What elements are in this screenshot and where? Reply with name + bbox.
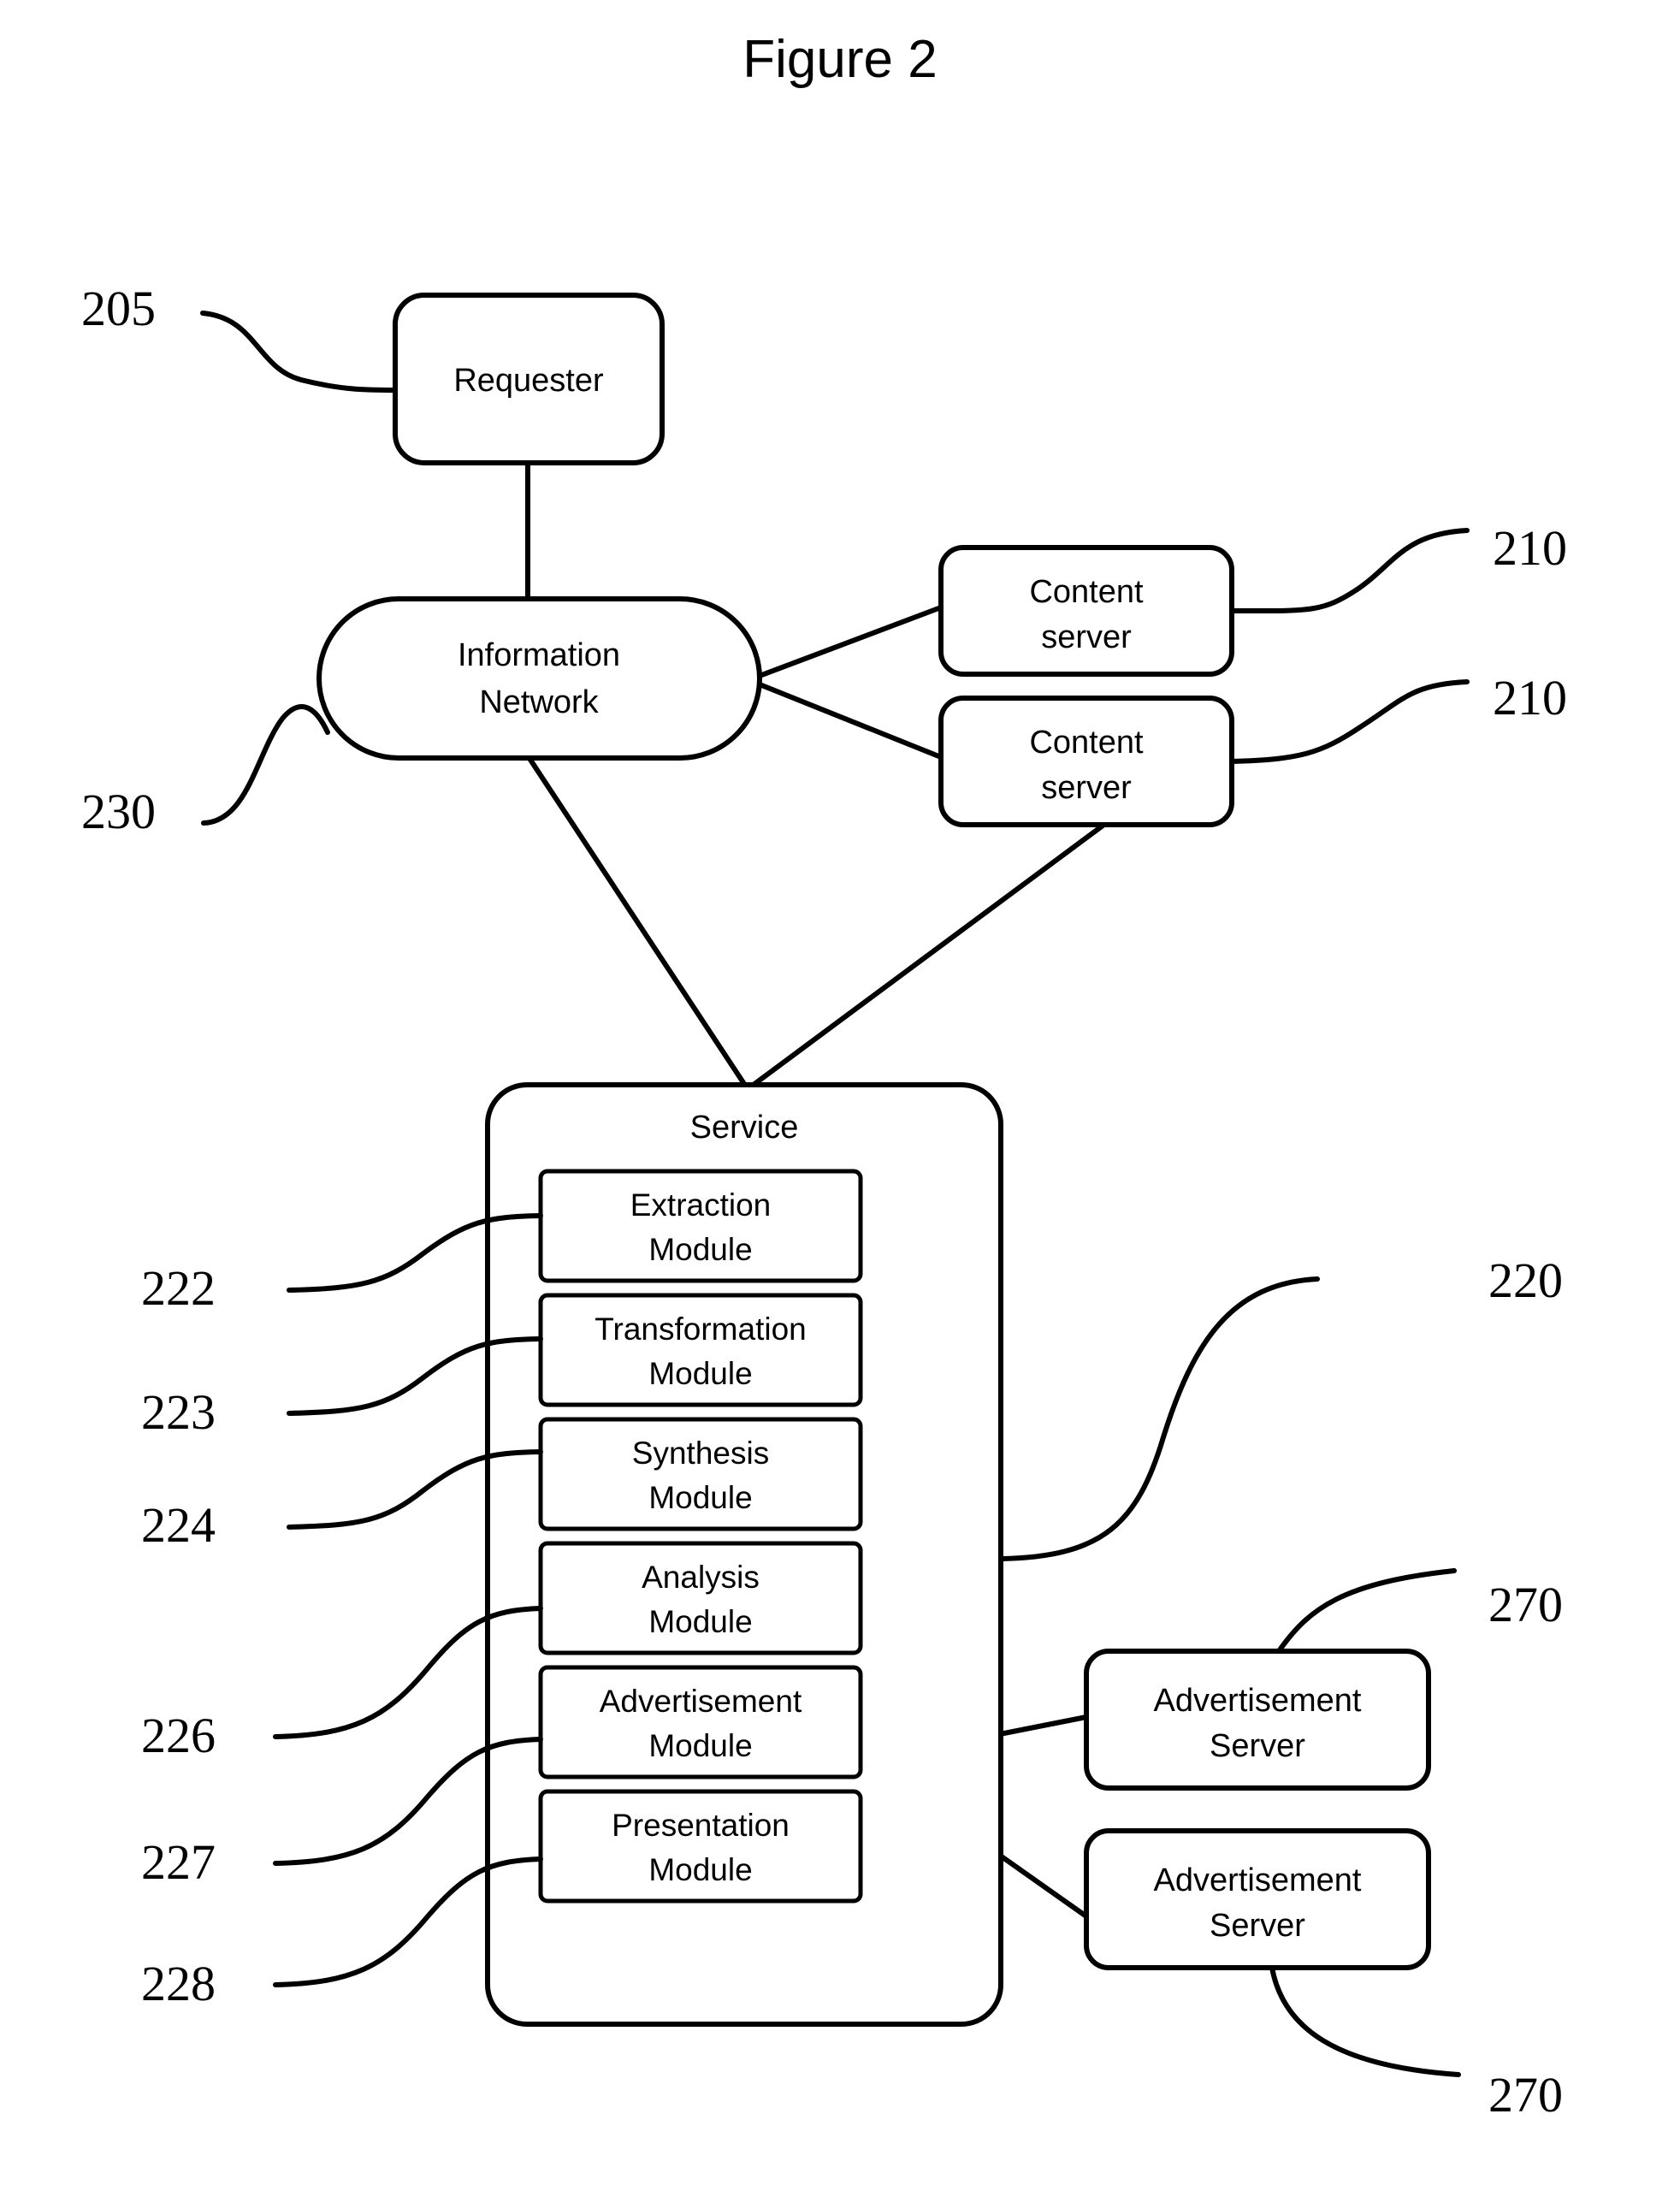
reference-230: 230	[81, 704, 330, 839]
advertisement-server-1-label-line1: Advertisement	[1154, 1683, 1362, 1719]
service-label: Service	[690, 1110, 799, 1146]
advertisement-server-1-label-line2: Server	[1210, 1728, 1305, 1764]
figure-canvas: Figure 2 Requester Information Network C…	[0, 0, 1680, 2185]
reference-270-top: 270	[1276, 1568, 1563, 1654]
leader-line-270-top	[1276, 1568, 1457, 1654]
module-presentation[interactable]: Presentation Module	[538, 1789, 863, 1904]
node-content-server-1[interactable]: Content server	[938, 545, 1234, 677]
leader-line-220	[998, 1276, 1320, 1561]
leader-line-270-bottom	[1269, 1965, 1461, 2077]
analysis-module-label-line2: Module	[648, 1604, 752, 1639]
content-server-1-label-line2: server	[1041, 619, 1132, 655]
module-extraction[interactable]: Extraction Module	[538, 1169, 863, 1283]
advertisement-server-1-box[interactable]	[1084, 1649, 1431, 1791]
reference-222: 222	[141, 1213, 543, 1316]
module-advertisement[interactable]: Advertisement Module	[538, 1665, 863, 1779]
content-server-2-label-line2: server	[1041, 770, 1132, 806]
information-network-label-line1: Information	[458, 637, 620, 673]
extraction-module-label-line1: Extraction	[630, 1187, 772, 1223]
reference-numeral-210-bottom: 210	[1493, 670, 1567, 725]
analysis-module-label-line1: Analysis	[642, 1560, 760, 1595]
leader-line-205	[200, 311, 398, 393]
content-server-1-label-line1: Content	[1029, 574, 1144, 610]
advertisement-module-label-line2: Module	[648, 1728, 752, 1763]
connector-content-server-2-to-service	[748, 819, 1111, 1089]
node-advertisement-server-1[interactable]: Advertisement Server	[1084, 1649, 1431, 1791]
connector-network-to-content-server-2	[757, 682, 944, 760]
synthesis-module-label-line1: Synthesis	[632, 1436, 769, 1471]
reference-numeral-205: 205	[81, 281, 156, 336]
transformation-module-label-line1: Transformation	[595, 1312, 806, 1347]
reference-numeral-223: 223	[141, 1384, 216, 1440]
figure-title: Figure 2	[742, 30, 937, 89]
synthesis-module-label-line2: Module	[648, 1480, 752, 1515]
presentation-module-label-line2: Module	[648, 1852, 752, 1887]
transformation-module-label-line2: Module	[648, 1356, 752, 1391]
reference-numeral-270-top: 270	[1488, 1577, 1563, 1632]
node-requester[interactable]: Requester	[393, 293, 665, 465]
module-transformation[interactable]: Transformation Module	[538, 1293, 863, 1407]
leader-line-210-top	[1229, 528, 1470, 614]
reference-220: 220	[998, 1252, 1563, 1561]
advertisement-server-2-label-line1: Advertisement	[1154, 1862, 1362, 1898]
reference-numeral-230: 230	[81, 784, 156, 839]
information-network-shape[interactable]	[316, 596, 762, 761]
reference-270-bottom: 270	[1269, 1965, 1563, 2123]
advertisement-module-label-line1: Advertisement	[600, 1684, 802, 1719]
node-service[interactable]: Service Extraction Module Transformation…	[485, 1082, 1003, 2027]
reference-numeral-222: 222	[141, 1260, 216, 1316]
advertisement-server-2-label-line2: Server	[1210, 1908, 1305, 1944]
reference-210-top: 210	[1229, 520, 1567, 614]
reference-226: 226	[141, 1606, 543, 1763]
reference-205: 205	[81, 281, 398, 393]
reference-223: 223	[141, 1336, 543, 1440]
node-advertisement-server-2[interactable]: Advertisement Server	[1084, 1828, 1431, 1970]
reference-numeral-270-bottom: 270	[1488, 2067, 1563, 2123]
extraction-module-label-line2: Module	[648, 1232, 752, 1267]
reference-numeral-228: 228	[141, 1956, 216, 2011]
connector-network-to-service	[526, 755, 748, 1089]
requester-label: Requester	[453, 363, 604, 399]
information-network-label-line2: Network	[479, 684, 599, 720]
module-synthesis[interactable]: Synthesis Module	[538, 1417, 863, 1531]
content-server-2-label-line1: Content	[1029, 725, 1144, 761]
reference-224: 224	[141, 1449, 543, 1553]
node-content-server-2[interactable]: Content server	[938, 696, 1234, 827]
leader-line-210-bottom	[1229, 679, 1470, 764]
advertisement-server-2-box[interactable]	[1084, 1828, 1431, 1970]
node-information-network[interactable]: Information Network	[316, 596, 762, 761]
reference-210-bottom: 210	[1229, 670, 1567, 764]
reference-numeral-210-top: 210	[1493, 520, 1567, 576]
reference-numeral-220: 220	[1488, 1252, 1563, 1308]
module-analysis[interactable]: Analysis Module	[538, 1541, 863, 1655]
reference-numeral-226: 226	[141, 1708, 216, 1763]
patent-diagram-svg: Figure 2 Requester Information Network C…	[81, 30, 1567, 2123]
connector-network-to-content-server-1	[757, 605, 944, 678]
presentation-module-label-line1: Presentation	[612, 1808, 790, 1843]
reference-numeral-227: 227	[141, 1834, 216, 1890]
reference-numeral-224: 224	[141, 1497, 216, 1553]
leader-line-230	[201, 704, 330, 826]
